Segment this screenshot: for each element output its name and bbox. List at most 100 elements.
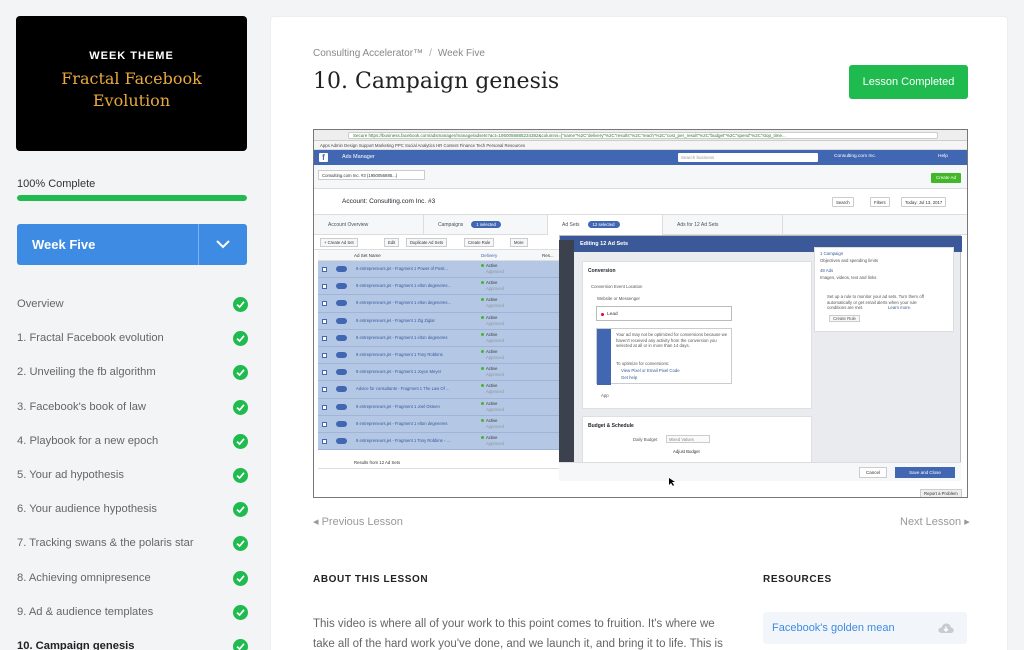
video-player[interactable]: Secure https://business.facebook.com/ads… [313,129,968,498]
fb-table-row: 8 entrepreneurs.jet - Fragment 1 Tony Ro… [318,432,559,451]
fb-app-label: App [601,393,609,398]
checkmark-icon [233,638,248,650]
fb-daily-budget-label: Daily Budget [633,437,658,442]
fb-account-title: Account: Consulting.com Inc. #3 [342,198,436,205]
lesson-item[interactable]: 3. Facebook's book of law [0,390,265,424]
week-selector-label: Week Five [32,237,96,252]
fb-tab-campaigns-label: Campaigns [438,222,464,228]
fb-cancel-button: Cancel [859,467,887,478]
week-selector[interactable]: Week Five [17,224,247,265]
fb-row-status: Active Approved [481,401,504,413]
lesson-item[interactable]: 4. Playbook for a new epoch [0,424,265,458]
status-dot-icon [481,367,484,371]
fb-event-location-label: Conversion Event Location [591,284,643,289]
lesson-item-label: 3. Facebook's book of law [17,400,147,413]
next-lesson-label: Next Lesson [900,516,962,528]
fb-search-button: Search [832,197,854,207]
status-dot-icon [481,281,484,285]
resource-item[interactable]: Facebook's golden mean [763,612,967,644]
lesson-item-label: 4. Playbook for a new epoch [17,434,159,447]
fb-report-problem: Report a Problem [920,489,962,497]
breadcrumb-section[interactable]: Week Five [438,48,485,59]
toggle-icon [336,334,347,341]
fb-summary-ads: 48 Ads [820,268,834,273]
fb-row-status: Active Approved [481,297,504,309]
sidebar: WEEK THEME Fractal Facebook Evolution 10… [0,0,265,650]
fb-duplicate-button: Duplicate Ad Sets [406,238,448,247]
breadcrumb-course[interactable]: Consulting Accelerator™ [313,48,423,59]
cloud-download-icon[interactable] [938,622,954,634]
checkbox-icon [322,335,327,341]
resources-heading: RESOURCES [763,574,832,585]
lesson-item[interactable]: 8. Achieving omnipresence [0,561,265,595]
lesson-item[interactable]: 10. Campaign genesis [0,629,265,650]
fb-row-status-active: Active [486,297,498,303]
fb-tab-campaigns: Campaigns 1 selected [424,215,548,235]
lesson-item[interactable]: Overview [0,287,265,321]
lesson-item[interactable]: 6. Your audience hypothesis [0,492,265,526]
fb-optimize-link-help: Get help [621,375,638,380]
fb-lead-select: Lead [596,306,732,321]
fb-table-row: 8 entrepreneurs.jet - Fragment 1 elton d… [318,415,559,433]
lesson-item[interactable]: 9. Ad & audience templates [0,595,265,629]
toggle-icon [336,283,347,290]
fb-account-dropdown: Consulting.com Inc. #3 (1950056885...) [318,170,425,180]
fb-optimize-label: To optimize for conversions: [616,361,670,366]
fb-row-status: Active Approved [481,263,504,275]
fb-budget-heading: Budget & Schedule [588,423,634,429]
fb-row-status: Active Approved [481,315,504,327]
fb-search-input: Search business [678,153,818,162]
week-theme-title-line2: Evolution [92,91,171,110]
fb-table-row: 8 entrepreneurs.jet - Fragment 1 Zig Zig… [318,312,559,330]
fb-adsets-badge: 12 selected [587,221,620,229]
lesson-item[interactable]: 7. Tracking swans & the polaris star [0,526,265,560]
fb-col-results: Res... [542,253,554,258]
fb-warning-box: Your ad may not be optimized for convers… [596,328,732,385]
fb-topbar: f Ads Manager Search business Consulting… [314,150,967,165]
fb-row-status-approved: Approved [486,320,504,326]
fb-summary-ads-sub: Images, videos, text and links [820,275,877,280]
fb-toolbar: + Create Ad Set Edit Duplicate Ad Sets C… [314,235,559,250]
checkmark-icon [233,536,248,552]
fb-table-row: 8 entrepreneurs.jet - Fragment 1 Tony Ro… [318,346,559,365]
fb-row-status-active: Active [486,434,498,440]
checkbox-icon [322,404,327,410]
checkbox-icon [322,284,327,290]
fb-col-name: Ad Set Name [354,253,381,258]
fb-row-status-active: Active [486,314,498,320]
week-theme-card: WEEK THEME Fractal Facebook Evolution [16,16,247,151]
fb-panel-footer: Cancel Save and Close [559,462,961,481]
fb-date-button: Today: Jul 13, 2017 [901,197,947,207]
page-title: 10. Campaign genesis [313,69,560,94]
fb-row-name: 8 entrepreneurs.jet - Fragment 1 Zig Zig… [356,317,435,323]
fb-tab-overview: Account Overview [314,215,424,235]
fb-row-name: 8 entrepreneurs.jet - Fragment 1 elton d… [356,300,451,306]
lesson-completed-button[interactable]: Lesson Completed [849,65,968,99]
previous-lesson-link[interactable]: ◂ Previous Lesson [313,515,403,528]
fb-lead-value: Lead [607,312,618,317]
fb-account-row: Account: Consulting.com Inc. #3 Search F… [314,189,967,215]
fb-summary-campaign: 1 Campaign [820,251,844,256]
lesson-item-label: 6. Your audience hypothesis [17,503,157,516]
next-lesson-link[interactable]: Next Lesson ▸ [900,515,970,528]
lesson-item[interactable]: 1. Fractal Facebook evolution [0,321,265,355]
about-lesson-heading: ABOUT THIS LESSON [313,574,429,585]
week-theme-title-line1: Fractal Facebook [61,69,202,88]
lesson-item[interactable]: 2. Unveiling the fb algorithm [0,355,265,389]
checkmark-icon [233,433,248,449]
fb-conversion-heading: Conversion [588,268,616,274]
checkbox-icon [322,352,327,358]
fb-row-status-active: Active [486,280,498,286]
chevron-down-icon[interactable] [215,237,231,251]
lesson-item-label: 9. Ad & audience templates [17,605,154,618]
lesson-item-label: Overview [17,298,64,310]
fb-tab-ads-label: Ads for 12 Ad Sets [677,222,719,228]
fb-optimize-link-pixel: View Pixel or Email Pixel Code [621,368,680,373]
fb-row-name: 8 entrepreneurs.jet - Fragment 1 Tony Ro… [356,437,450,443]
checkbox-icon [322,267,327,272]
lesson-item-label: 5. Your ad hypothesis [17,468,124,481]
fb-row-status-active: Active [486,366,498,372]
fb-col-delivery: Delivery [481,253,498,258]
lesson-item[interactable]: 5. Your ad hypothesis [0,458,265,492]
fb-create-adset-button: + Create Ad Set [320,238,358,247]
